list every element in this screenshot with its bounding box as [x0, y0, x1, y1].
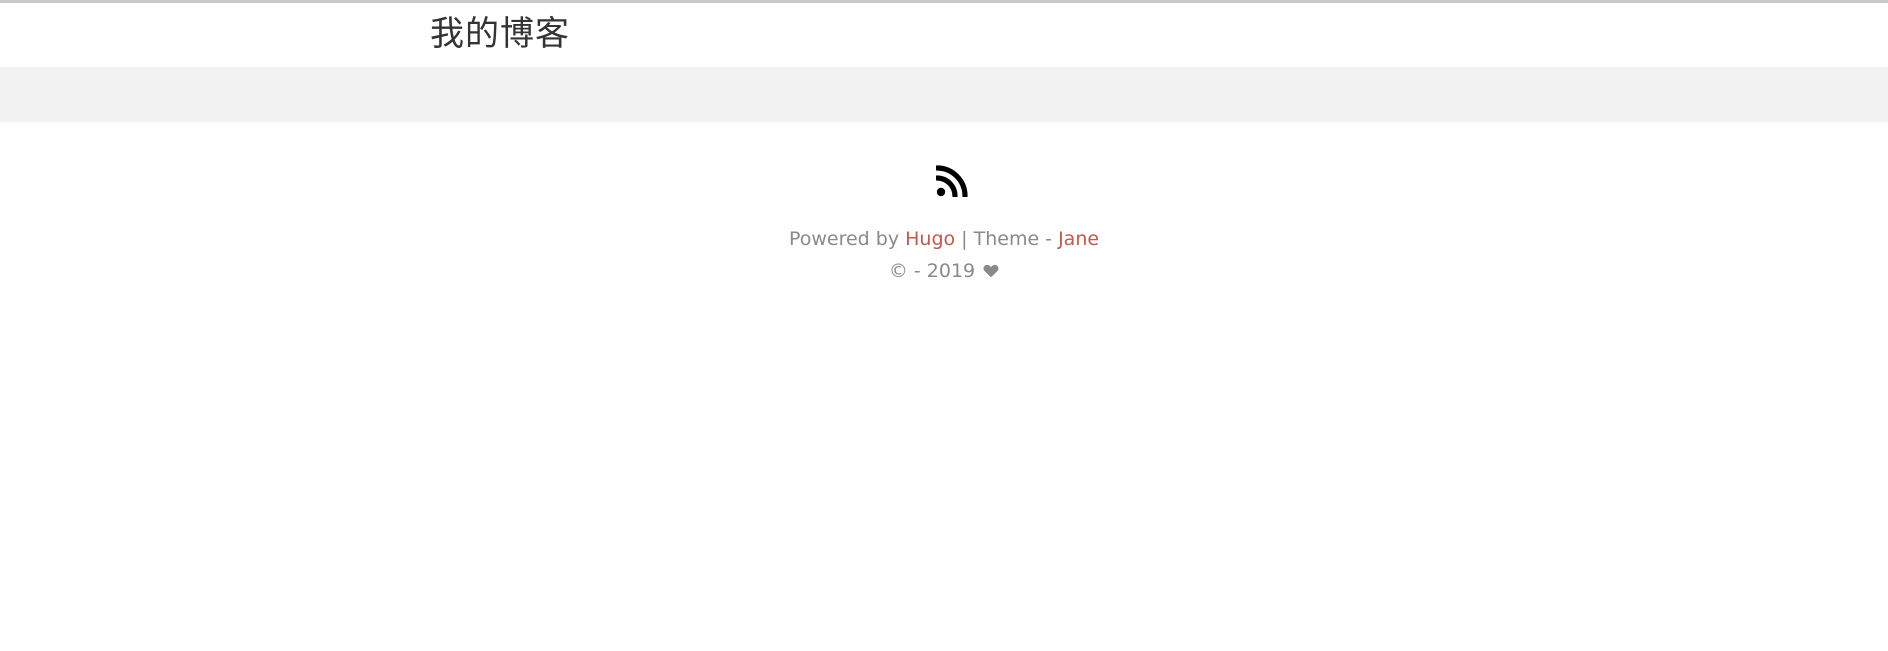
theme-separator: | Theme - — [955, 228, 1059, 250]
copyright-line: © - 2019 — [0, 258, 1888, 285]
site-title-link[interactable]: 我的博客 — [430, 13, 570, 55]
jane-theme-link[interactable]: Jane — [1058, 228, 1099, 250]
powered-by-label: Powered by — [788, 228, 906, 250]
rss-icon — [936, 165, 968, 197]
copyright-text: © - 2019 — [888, 260, 976, 282]
rss-link[interactable] — [936, 165, 968, 197]
site-header: 我的博客 — [0, 3, 1888, 67]
navigation-band — [0, 67, 1888, 122]
hugo-link[interactable]: Hugo — [905, 228, 955, 250]
heart-icon — [983, 259, 999, 285]
powered-by-line: Powered by Hugo | Theme - Jane — [0, 226, 1888, 252]
